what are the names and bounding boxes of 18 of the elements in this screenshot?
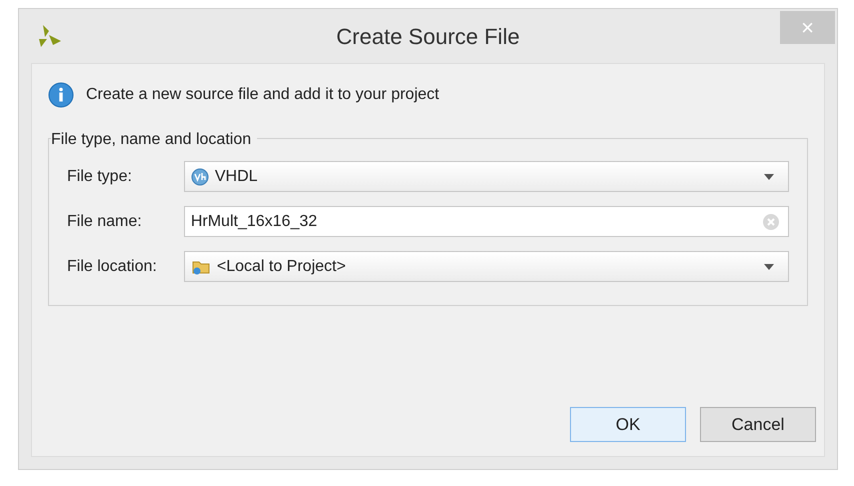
dialog-button[interactable]: Cancel xyxy=(700,407,816,442)
info-icon xyxy=(48,82,74,108)
dialog-button[interactable]: OK xyxy=(570,407,686,442)
clear-icon[interactable] xyxy=(762,212,780,230)
field-label: File type: xyxy=(67,166,133,186)
dropdown[interactable]: VHDL xyxy=(184,161,789,192)
dropdown-arrow-icon xyxy=(764,264,774,270)
info-message: Create a new source file and add it to your project xyxy=(86,85,440,105)
window-title: Create Source File xyxy=(336,22,520,50)
dropdown-arrow-icon xyxy=(764,174,774,180)
vhdl-icon xyxy=(190,168,209,186)
text-field[interactable]: HrMult_16x16_32 xyxy=(184,206,789,237)
field-label: File name: xyxy=(67,212,143,232)
field-value: VHDL xyxy=(214,166,259,186)
field-label: File location: xyxy=(67,256,158,276)
field-value: HrMult_16x16_32 xyxy=(190,212,318,232)
field-value: <Local to Project> xyxy=(216,256,347,276)
dropdown[interactable]: <Local to Project> xyxy=(184,251,789,282)
